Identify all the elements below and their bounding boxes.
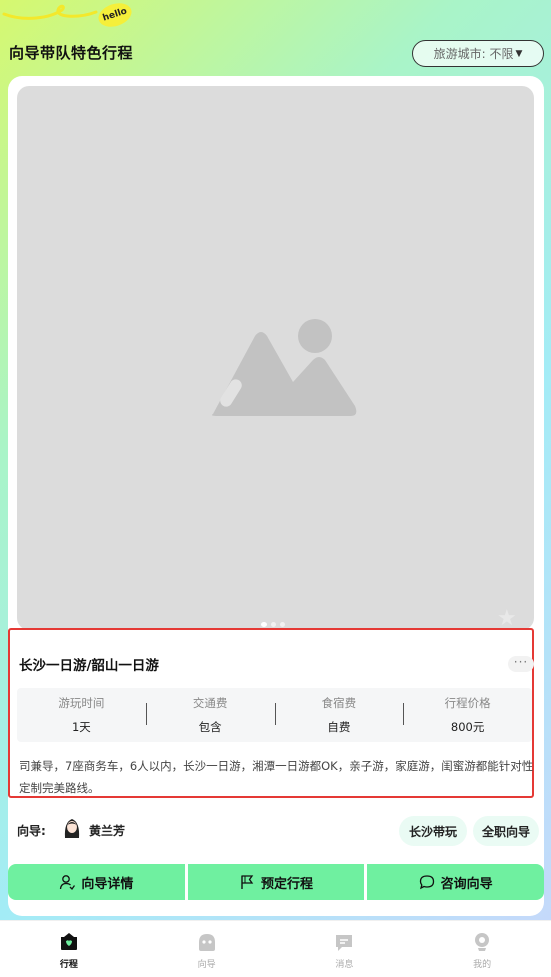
book-trip-label: 预定行程 xyxy=(261,876,314,892)
tab-profile[interactable]: 我的 xyxy=(413,921,551,977)
stat-value: 1天 xyxy=(71,720,91,734)
stat-lodging: 食宿费 自费 xyxy=(274,695,404,735)
avatar[interactable] xyxy=(62,816,82,840)
chat-bubble-icon xyxy=(419,875,434,890)
guide-row: 向导: 黄兰芳 长沙带玩 全职向导 xyxy=(17,816,539,846)
carousel-dot xyxy=(261,622,267,627)
stat-label: 交通费 xyxy=(192,696,228,710)
trip-info-highlight: 长沙一日游/韶山一日游 ··· 游玩时间 1天 交通费 包含 食宿费 自费 行程… xyxy=(8,628,534,798)
guide-tag: 全职向导 xyxy=(473,816,539,846)
flag-icon xyxy=(241,875,254,889)
tab-label: 行程 xyxy=(59,960,78,970)
stat-label: 行程价格 xyxy=(444,696,491,710)
guide-icon xyxy=(198,934,215,951)
stat-label: 食宿费 xyxy=(321,696,357,710)
stat-value: 800元 xyxy=(450,720,485,734)
stat-value: 自费 xyxy=(327,720,351,734)
tab-label: 消息 xyxy=(335,960,354,970)
guide-detail-button[interactable]: 向导详情 xyxy=(8,864,185,900)
stat-label: 游玩时间 xyxy=(58,696,105,710)
trip-title: 长沙一日游/韶山一日游 xyxy=(19,658,159,674)
tab-messages[interactable]: 消息 xyxy=(276,921,414,977)
stat-value: 包含 xyxy=(198,720,222,734)
tab-label: 我的 xyxy=(473,960,492,970)
book-trip-button[interactable]: 预定行程 xyxy=(187,864,365,900)
tab-label: 向导 xyxy=(197,960,216,970)
city-filter-select[interactable]: 旅游城市: 不限 ▼ xyxy=(412,40,544,67)
user-icon xyxy=(60,875,76,890)
trip-image-carousel[interactable]: ★ xyxy=(17,86,534,630)
city-filter-label: 旅游城市: 不限 xyxy=(433,47,514,61)
tab-trips[interactable]: 行程 xyxy=(0,921,138,977)
bottom-tab-bar: 行程 向导 消息 我的 xyxy=(0,920,551,977)
action-bar: 向导详情 预定行程 咨询向导 xyxy=(8,864,545,900)
trip-icon xyxy=(60,933,77,950)
tab-guides[interactable]: 向导 xyxy=(138,921,276,977)
trip-description: 司兼导，7座商务车，6人以内，长沙一日游，湘潭一日游都OK，亲子游，家庭游，闺蜜… xyxy=(19,759,534,795)
stat-price: 行程价格 800元 xyxy=(403,695,532,735)
trip-stats: 游玩时间 1天 交通费 包含 食宿费 自费 行程价格 800元 xyxy=(17,688,532,742)
image-placeholder-icon xyxy=(211,319,357,416)
guide-name[interactable]: 黄兰芳 xyxy=(89,822,125,839)
more-options-button[interactable]: ··· xyxy=(508,656,534,672)
caret-down-icon: ▼ xyxy=(515,48,523,59)
guide-label: 向导: xyxy=(17,824,46,838)
guide-tag: 长沙带玩 xyxy=(399,816,467,846)
stat-duration: 游玩时间 1天 xyxy=(17,695,146,735)
page-title: 向导带队特色行程 xyxy=(9,44,134,62)
profile-icon xyxy=(475,933,490,951)
stat-transport: 交通费 包含 xyxy=(145,695,275,735)
guide-detail-label: 向导详情 xyxy=(81,876,134,892)
carousel-dots xyxy=(261,622,285,627)
consult-guide-button[interactable]: 咨询向导 xyxy=(367,864,545,900)
star-icon[interactable]: ★ xyxy=(497,606,517,630)
carousel-dot xyxy=(280,622,285,627)
trip-card[interactable]: ★ 长沙一日游/韶山一日游 ··· 游玩时间 1天 交通费 包含 食宿费 自费 … xyxy=(8,76,545,916)
message-icon xyxy=(336,935,353,951)
carousel-dot xyxy=(271,622,276,627)
consult-guide-label: 咨询向导 xyxy=(440,876,493,892)
